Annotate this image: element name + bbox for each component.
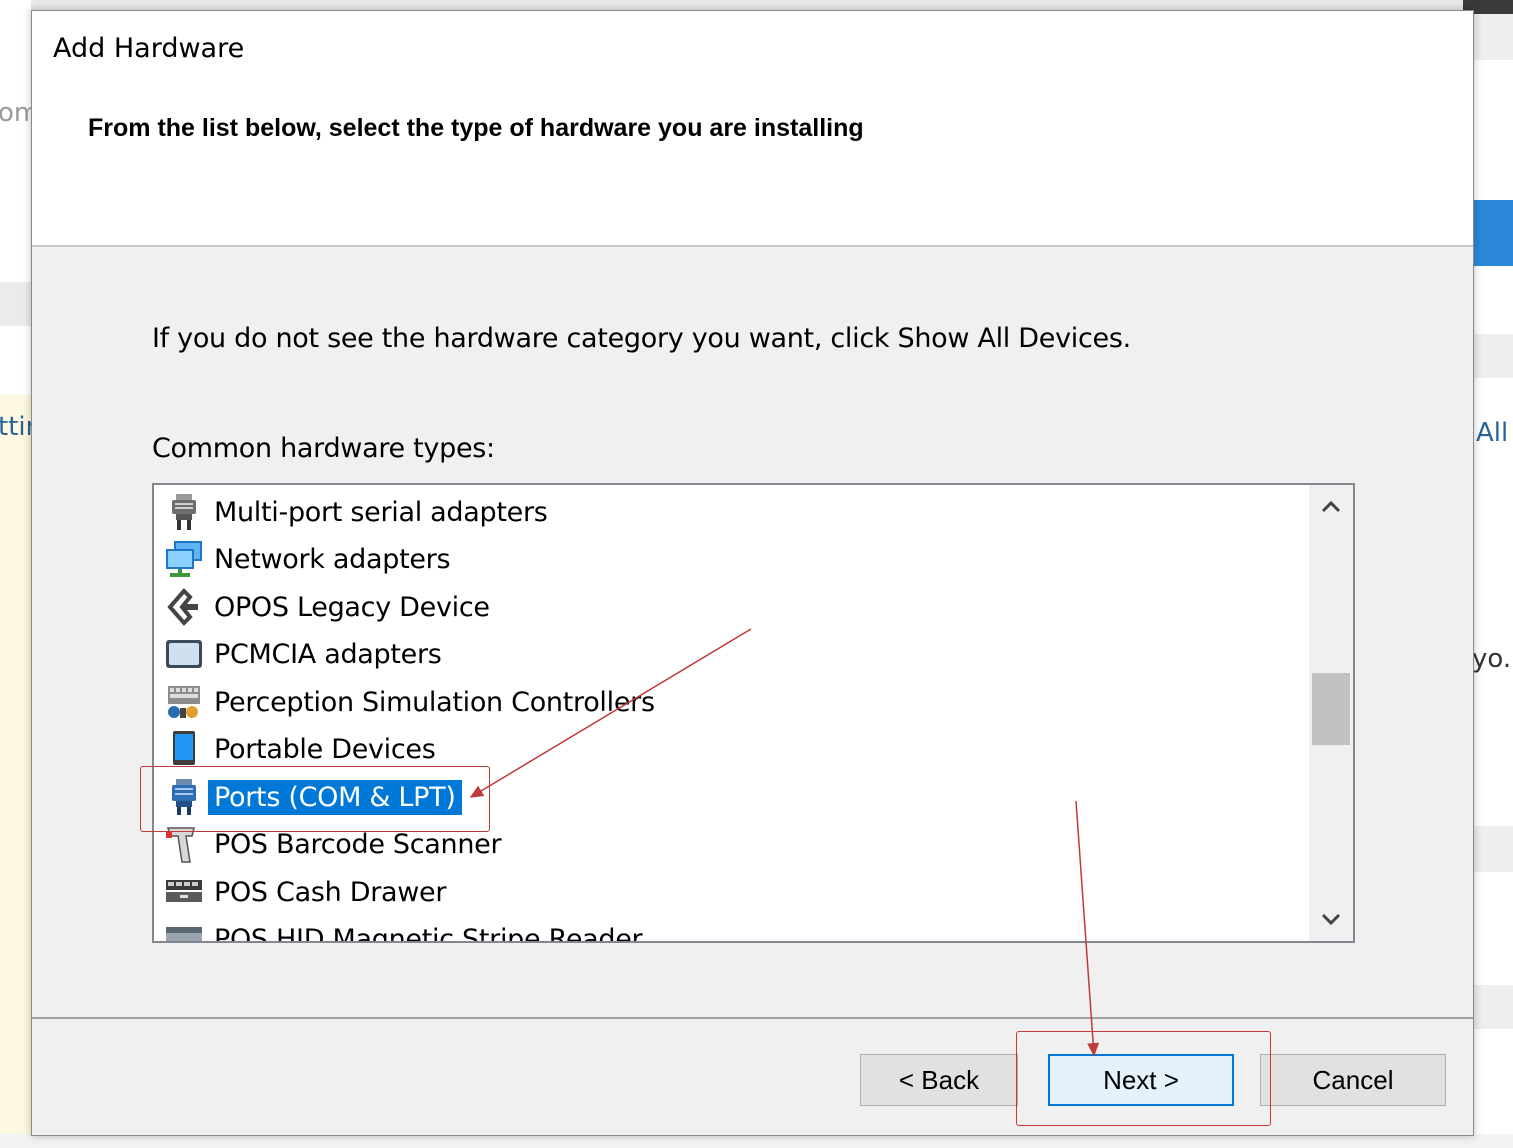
background-text-fragment-2: yo. xyxy=(1472,644,1512,674)
list-item-label: POS Barcode Scanner xyxy=(214,828,502,860)
barcode-scanner-icon xyxy=(166,827,195,863)
background-left-gray-band xyxy=(0,282,31,326)
next-button[interactable]: Next > xyxy=(1048,1054,1234,1106)
background-left-note xyxy=(0,395,31,1148)
list-item-label: Network adapters xyxy=(214,543,451,575)
background-right-band-1 xyxy=(1473,14,1513,60)
perception-controller-icon xyxy=(168,686,200,718)
list-item-label: Ports (COM & LPT) xyxy=(208,779,462,815)
background-panel-top xyxy=(0,0,1513,10)
instruction-text: If you do not see the hardware category … xyxy=(152,323,1131,354)
background-right-band-3 xyxy=(1473,826,1513,872)
network-adapter-icon xyxy=(166,541,202,577)
list-item-perception-simulation[interactable]: Perception Simulation Controllers xyxy=(164,680,661,724)
add-hardware-dialog: Add Hardware From the list below, select… xyxy=(31,10,1474,1136)
back-button[interactable]: < Back xyxy=(860,1054,1018,1106)
scroll-thumb[interactable] xyxy=(1312,673,1350,745)
cash-drawer-icon xyxy=(166,880,202,902)
port-icon xyxy=(172,779,196,815)
list-item-pos-cash-drawer[interactable]: POS Cash Drawer xyxy=(164,870,452,914)
dialog-title: Add Hardware xyxy=(53,33,245,64)
list-item-ports-com-lpt[interactable]: Ports (COM & LPT) xyxy=(164,775,462,819)
background-link-all[interactable]: All xyxy=(1476,418,1508,448)
list-item-network-adapters[interactable]: Network adapters xyxy=(164,537,456,581)
list-item-label: Perception Simulation Controllers xyxy=(214,686,655,718)
background-right-blue-button[interactable] xyxy=(1473,200,1513,266)
background-right-strip xyxy=(1473,0,1513,1148)
background-right-band-4 xyxy=(1473,985,1513,1029)
portable-device-icon xyxy=(173,731,195,765)
hardware-type-list[interactable]: Multi-port serial adapters Network adapt… xyxy=(152,483,1355,943)
background-bottom-strip xyxy=(0,1134,1513,1148)
list-item-label: Multi-port serial adapters xyxy=(214,496,548,528)
scroll-down-chevron-icon[interactable] xyxy=(1309,897,1353,941)
dialog-header: Add Hardware From the list below, select… xyxy=(32,11,1473,247)
footer-divider xyxy=(32,1017,1473,1019)
serial-port-icon xyxy=(172,494,196,530)
background-right-band-2 xyxy=(1473,334,1513,378)
list-item-label: POS HID Magnetic Stripe Reader xyxy=(214,923,643,943)
opos-device-icon xyxy=(167,588,198,626)
pcmcia-icon xyxy=(166,640,202,668)
list-item-portable-devices[interactable]: Portable Devices xyxy=(164,727,442,771)
list-item-pos-barcode-scanner[interactable]: POS Barcode Scanner xyxy=(164,822,507,866)
dialog-heading: From the list below, select the type of … xyxy=(88,114,864,142)
list-item-label: PCMCIA adapters xyxy=(214,638,442,670)
list-item-label: OPOS Legacy Device xyxy=(214,591,490,623)
list-label: Common hardware types: xyxy=(152,433,495,464)
stripe-reader-icon xyxy=(166,927,202,941)
scroll-up-chevron-icon[interactable] xyxy=(1309,485,1353,529)
cancel-button[interactable]: Cancel xyxy=(1260,1054,1446,1106)
list-item-pcmcia[interactable]: PCMCIA adapters xyxy=(164,632,448,676)
list-item-pos-hid-stripe-reader[interactable]: POS HID Magnetic Stripe Reader xyxy=(164,917,648,943)
list-item-label: Portable Devices xyxy=(214,733,436,765)
list-item-opos-legacy[interactable]: OPOS Legacy Device xyxy=(164,585,496,629)
list-item-multi-port-serial[interactable]: Multi-port serial adapters xyxy=(164,490,554,534)
list-item-label: POS Cash Drawer xyxy=(214,876,447,908)
list-scrollbar[interactable] xyxy=(1309,485,1353,941)
